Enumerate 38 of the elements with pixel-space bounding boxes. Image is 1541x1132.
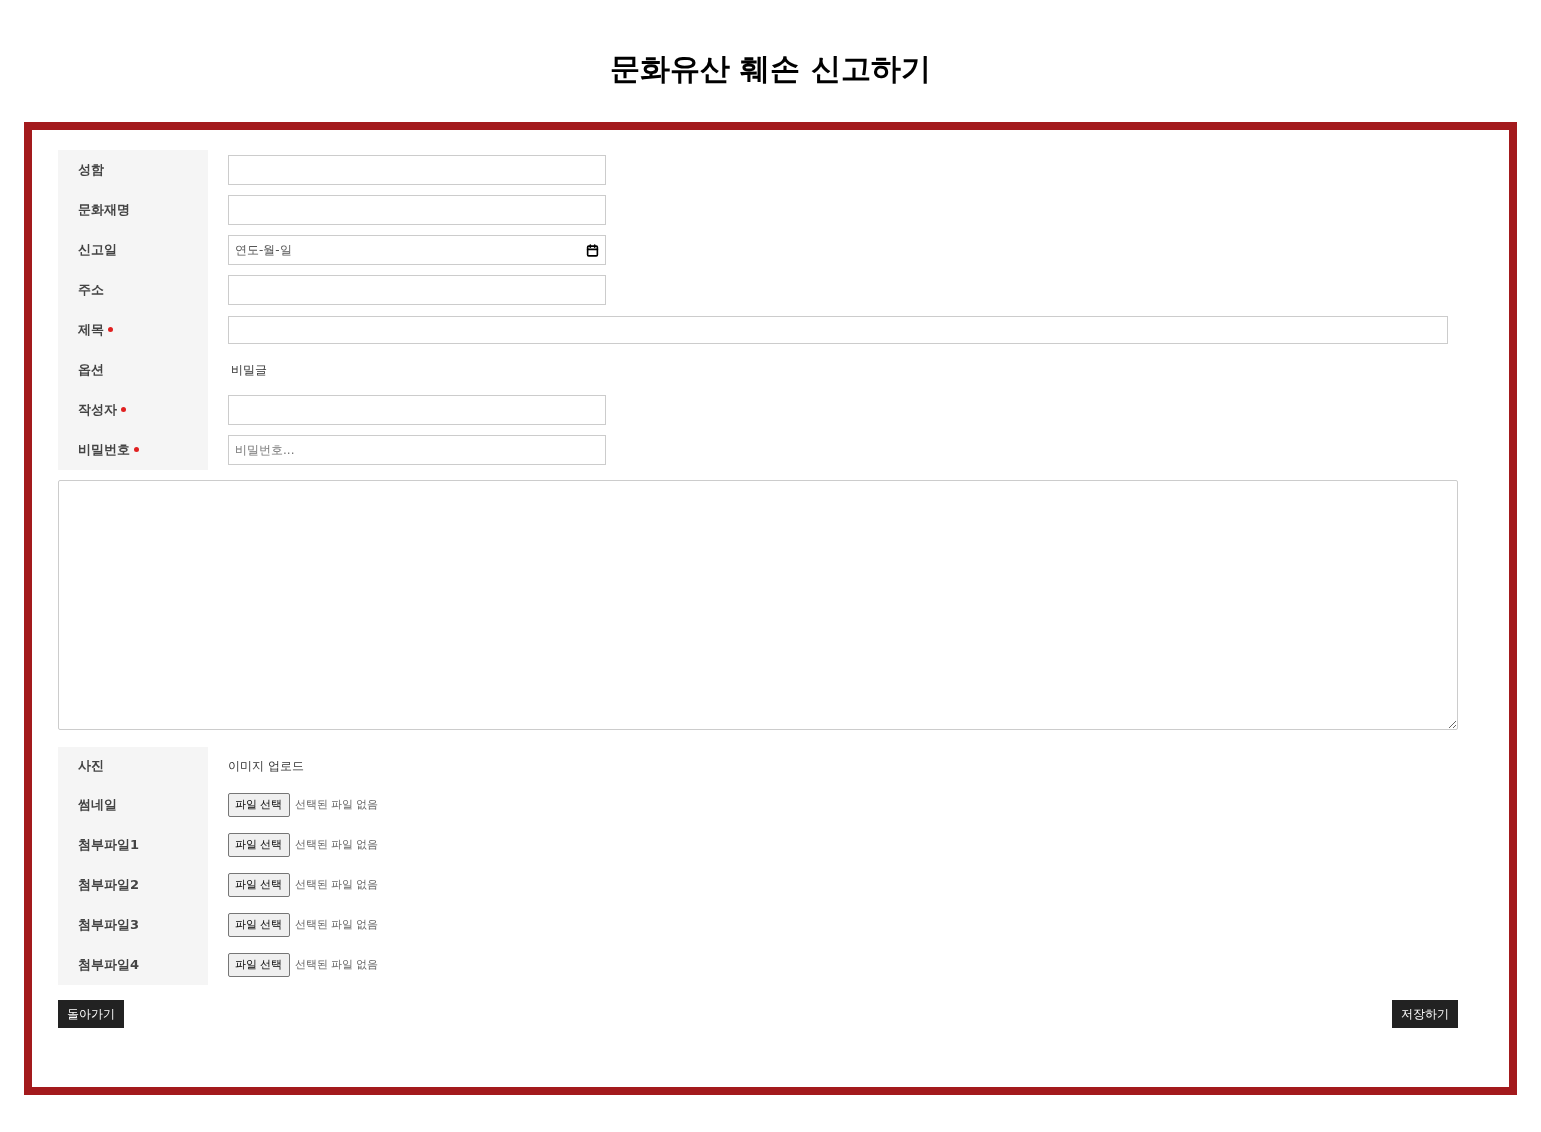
upload-label: 이미지 업로드 xyxy=(228,758,304,775)
choose-file-button[interactable]: 파일 선택 xyxy=(228,953,290,977)
file-status: 선택된 파일 없음 xyxy=(294,796,379,813)
file-status: 선택된 파일 없음 xyxy=(294,876,379,893)
option-label[interactable]: 비밀글 xyxy=(228,361,267,379)
choose-file-button[interactable]: 파일 선택 xyxy=(228,833,290,857)
field-label: 비밀번호 xyxy=(78,441,130,460)
text-field[interactable] xyxy=(228,316,1448,344)
choose-file-button[interactable]: 파일 선택 xyxy=(228,873,290,897)
field-label: 첨부파일4 xyxy=(78,956,140,975)
field-label: 첨부파일2 xyxy=(78,876,140,895)
text-field[interactable] xyxy=(228,395,606,425)
file-status: 선택된 파일 없음 xyxy=(294,916,379,933)
back-button[interactable]: 돌아가기 xyxy=(58,1000,124,1028)
date-field[interactable]: 연도-월-일 xyxy=(228,235,606,265)
choose-file-button[interactable]: 파일 선택 xyxy=(228,793,290,817)
file-status: 선택된 파일 없음 xyxy=(294,956,379,973)
field-label: 작성자 xyxy=(78,401,117,420)
text-field[interactable] xyxy=(228,195,606,225)
calendar-icon[interactable] xyxy=(586,243,599,257)
field-label: 주소 xyxy=(78,281,104,300)
content-textarea[interactable] xyxy=(58,480,1458,730)
field-label: 성함 xyxy=(78,161,104,180)
field-label: 문화재명 xyxy=(78,201,130,220)
field-label: 첨부파일1 xyxy=(78,836,140,855)
choose-file-button[interactable]: 파일 선택 xyxy=(228,913,290,937)
text-field[interactable] xyxy=(228,275,606,305)
field-label: 신고일 xyxy=(78,241,117,260)
save-button[interactable]: 저장하기 xyxy=(1392,1000,1458,1028)
field-label: 옵션 xyxy=(78,361,104,380)
field-label: 제목 xyxy=(78,321,104,340)
text-field[interactable]: 비밀번호... xyxy=(228,435,606,465)
file-status: 선택된 파일 없음 xyxy=(294,836,379,853)
field-label: 첨부파일3 xyxy=(78,916,140,935)
text-field[interactable] xyxy=(228,155,606,185)
field-label: 사진 xyxy=(78,757,104,776)
field-label: 썸네일 xyxy=(78,796,117,815)
page-title: 문화유산 훼손 신고하기 xyxy=(610,50,931,88)
